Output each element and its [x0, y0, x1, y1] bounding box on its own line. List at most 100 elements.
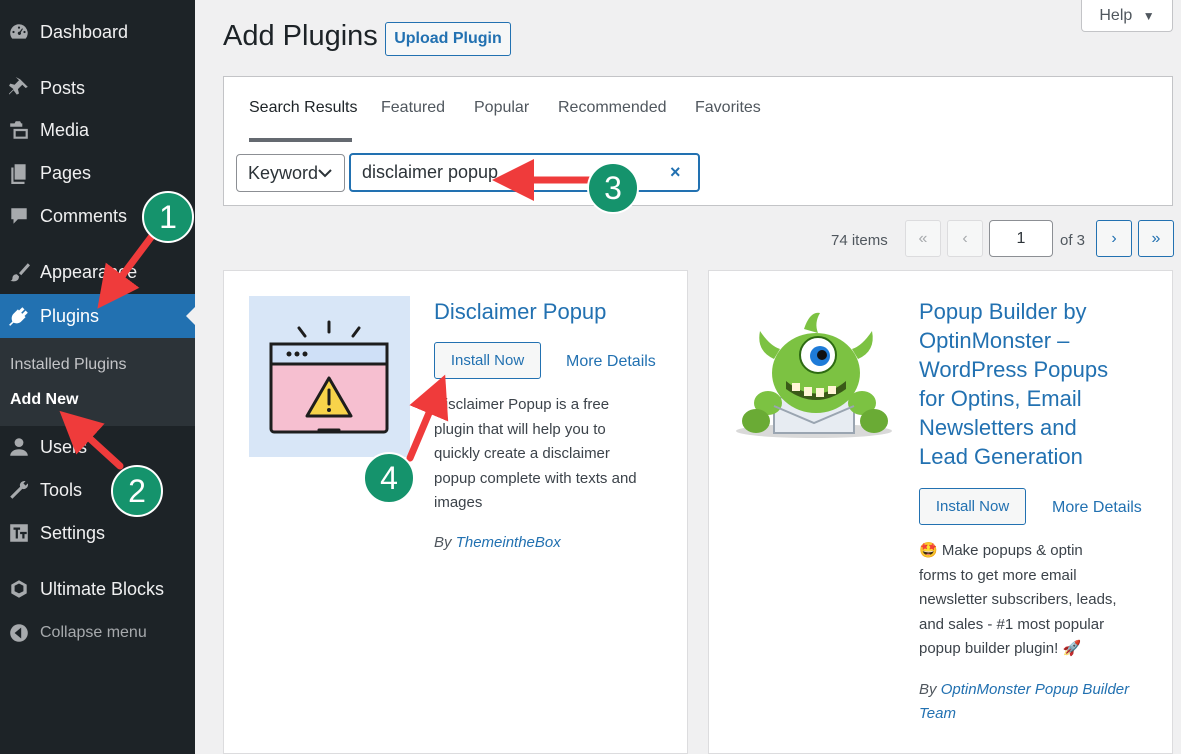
- plugin-author: By ThemeintheBox: [434, 531, 561, 555]
- clear-search-icon[interactable]: ×: [670, 162, 681, 183]
- plugin-card-optinmonster: Popup Builder by OptinMonster – WordPres…: [708, 270, 1173, 754]
- upload-plugin-button[interactable]: Upload Plugin: [385, 22, 511, 56]
- sidebar-item-label: Tools: [40, 479, 83, 500]
- description-line: quickly create a disclaimer: [434, 445, 610, 462]
- sidebar-item-label: Appearance: [40, 261, 138, 282]
- author-link[interactable]: OptinMonster Popup Builder: [941, 681, 1129, 698]
- submenu-add-new[interactable]: Add New: [10, 391, 78, 409]
- pages-icon: [7, 161, 31, 185]
- more-details-link[interactable]: More Details: [566, 353, 656, 371]
- description-line: and sales - #1 most popular: [919, 615, 1105, 633]
- sidebar-item-media[interactable]: Media: [0, 110, 195, 150]
- plugin-card-disclaimer-popup: Disclaimer Popup Install Now More Detail…: [223, 270, 688, 754]
- triangle-down-icon: ▼: [1142, 8, 1155, 23]
- sidebar-item-label: Dashboard: [40, 21, 129, 42]
- blocks-icon: [7, 577, 31, 601]
- next-page-button[interactable]: ›: [1096, 220, 1132, 257]
- tab-featured[interactable]: Featured: [381, 99, 445, 117]
- plugin-author: By OptinMonster Popup Builder Team: [919, 678, 1129, 726]
- plugin-icon-disclaimer: [249, 296, 410, 457]
- step-badge-4: 4: [363, 452, 415, 504]
- title-line: WordPress Popups: [919, 357, 1109, 382]
- step-badge-1: 1: [142, 191, 194, 243]
- title-line: Popup Builder by: [919, 299, 1087, 324]
- search-type-value: Keyword: [248, 162, 319, 183]
- current-page-input[interactable]: [989, 220, 1053, 257]
- tab-favorites[interactable]: Favorites: [695, 99, 761, 117]
- submenu-installed-plugins[interactable]: Installed Plugins: [10, 356, 127, 374]
- sidebar-item-label: Posts: [40, 77, 86, 98]
- items-count: 74 items: [831, 232, 888, 249]
- sidebar-item-label: Media: [40, 119, 90, 140]
- search-type-select[interactable]: Keyword: [236, 154, 345, 192]
- sidebar-item-plugins[interactable]: Plugins: [0, 294, 195, 338]
- brush-icon: [7, 260, 31, 284]
- users-icon: [7, 435, 31, 459]
- sidebar-item-label: Users: [40, 436, 88, 457]
- collapse-menu-button[interactable]: Collapse menu: [0, 613, 195, 653]
- sidebar-item-posts[interactable]: Posts: [0, 68, 195, 108]
- sidebar-item-label: Pages: [40, 162, 92, 183]
- title-line: for Optins, Email: [919, 386, 1082, 411]
- help-tab-button[interactable]: Help ▼: [1081, 0, 1173, 32]
- description-line: plugin that will help you to: [434, 420, 606, 438]
- current-indicator: [186, 307, 195, 325]
- description-line: popup builder plugin! 🚀: [919, 640, 1082, 657]
- title-line: Newsletters and: [919, 415, 1077, 440]
- sidebar-item-ultimate-blocks[interactable]: Ultimate Blocks: [0, 569, 195, 609]
- sidebar-item-tools[interactable]: Tools: [0, 470, 195, 510]
- wrench-icon: [7, 478, 31, 502]
- page-title: Add Plugins: [223, 20, 378, 52]
- active-tab-indicator: [249, 138, 352, 142]
- more-details-link[interactable]: More Details: [1052, 499, 1142, 517]
- first-page-button: «: [905, 220, 941, 257]
- author-link[interactable]: Team: [919, 705, 956, 722]
- total-pages: of 3: [1060, 232, 1086, 249]
- plugin-description: Disclaimer Popup is a free plugin that w…: [434, 393, 674, 516]
- author-prefix: By: [919, 681, 941, 698]
- plugin-title[interactable]: Popup Builder by OptinMonster – WordPres…: [919, 297, 1159, 471]
- step-badge-2: 2: [111, 465, 163, 517]
- description-line: images: [434, 494, 483, 511]
- tab-recommended[interactable]: Recommended: [558, 99, 667, 117]
- settings-icon: [7, 521, 31, 545]
- tab-search-results[interactable]: Search Results: [249, 99, 358, 117]
- sidebar-item-label: Comments: [40, 205, 128, 226]
- description-line: forms to get more email: [919, 566, 1077, 584]
- pin-icon: [7, 76, 31, 100]
- sidebar-item-pages[interactable]: Pages: [0, 153, 195, 193]
- plugins-submenu: Installed Plugins Add New: [0, 338, 195, 426]
- sidebar-item-label: Plugins: [40, 305, 100, 326]
- plugin-search-input[interactable]: [349, 153, 700, 192]
- author-link[interactable]: ThemeintheBox: [456, 534, 561, 551]
- description-line: newsletter subscribers, leads,: [919, 591, 1117, 608]
- title-line: OptinMonster –: [919, 328, 1070, 353]
- install-now-button[interactable]: Install Now: [434, 342, 541, 379]
- last-page-button[interactable]: »: [1138, 220, 1174, 257]
- plugin-description: 🤩 Make popups & optin forms to get more …: [919, 539, 1164, 662]
- prev-page-button: ‹: [947, 220, 983, 257]
- author-prefix: By: [434, 534, 456, 551]
- sidebar-item-label: Ultimate Blocks: [40, 578, 165, 599]
- chevron-down-icon: [318, 169, 332, 178]
- plugin-icon: [7, 304, 31, 328]
- step-badge-3: 3: [587, 162, 639, 214]
- plugin-icon-optinmonster: [734, 311, 895, 441]
- tab-popular[interactable]: Popular: [474, 99, 529, 117]
- sidebar-item-label: Settings: [40, 522, 106, 543]
- sidebar-item-settings[interactable]: Settings: [0, 513, 195, 553]
- comment-icon: [7, 204, 31, 228]
- media-icon: [7, 118, 31, 142]
- install-now-button[interactable]: Install Now: [919, 488, 1026, 525]
- collapse-icon: [7, 621, 31, 645]
- sidebar-item-dashboard[interactable]: Dashboard: [0, 12, 195, 52]
- help-label: Help: [1099, 6, 1133, 24]
- description-line: Disclaimer Popup is a free: [434, 396, 610, 413]
- plugin-filter-bar: Search Results Featured Popular Recommen…: [223, 76, 1173, 206]
- plugin-title[interactable]: Disclaimer Popup: [434, 297, 606, 326]
- sidebar-item-users[interactable]: Users: [0, 427, 195, 467]
- sidebar-item-appearance[interactable]: Appearance: [0, 252, 195, 292]
- dashboard-icon: [7, 20, 31, 44]
- description-line: popup complete with texts and: [434, 469, 637, 487]
- description-line: 🤩 Make popups & optin: [919, 542, 1083, 559]
